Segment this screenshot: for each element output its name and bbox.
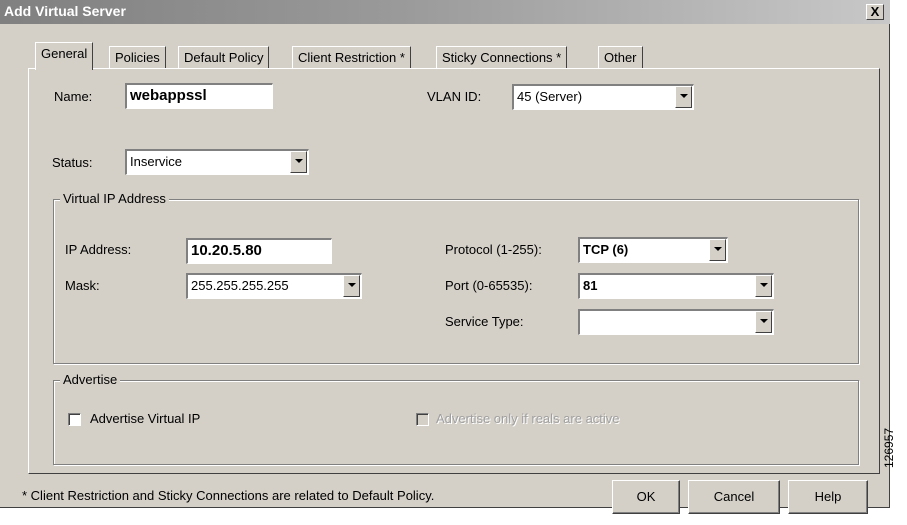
- name-input[interactable]: webappssl: [125, 83, 273, 109]
- advertise-virtual-ip-label[interactable]: Advertise Virtual IP: [90, 411, 200, 426]
- service-type-value: [578, 309, 774, 335]
- chevron-down-icon: [760, 283, 768, 287]
- vlan-id-value: 45 (Server): [512, 84, 694, 110]
- virtual-ip-group-title: Virtual IP Address: [60, 191, 169, 206]
- close-button[interactable]: X: [866, 4, 884, 20]
- chevron-down-icon: [680, 94, 688, 98]
- mask-value: 255.255.255.255: [186, 273, 362, 299]
- help-button[interactable]: Help: [788, 480, 868, 514]
- advertise-virtual-ip-checkbox[interactable]: [68, 413, 81, 426]
- vlan-id-label: VLAN ID:: [427, 89, 482, 104]
- service-type-select[interactable]: [578, 309, 774, 335]
- service-type-dropdown-button[interactable]: [755, 311, 772, 333]
- advertise-group: Advertise Advertise Virtual IP Advertise…: [53, 372, 859, 465]
- protocol-select[interactable]: TCP (6): [578, 237, 728, 263]
- cancel-button[interactable]: Cancel: [688, 480, 780, 514]
- tab-general[interactable]: General: [35, 42, 94, 70]
- ok-button[interactable]: OK: [612, 480, 680, 514]
- protocol-label: Protocol (1-255):: [445, 242, 542, 257]
- status-dropdown-button[interactable]: [290, 151, 307, 173]
- advertise-group-title: Advertise: [60, 372, 121, 387]
- close-icon: X: [870, 4, 880, 19]
- tab-policies[interactable]: Policies: [109, 46, 166, 70]
- general-tab-panel: Name: webappssl VLAN ID: 45 (Server) Sta…: [28, 68, 880, 474]
- mask-label: Mask:: [65, 278, 100, 293]
- tab-client-restriction[interactable]: Client Restriction *: [292, 46, 411, 70]
- vlan-dropdown-button[interactable]: [675, 86, 692, 108]
- port-dropdown-button[interactable]: [755, 275, 772, 297]
- name-label: Name:: [54, 89, 93, 104]
- mask-dropdown-button[interactable]: [343, 275, 360, 297]
- dialog-title: Add Virtual Server: [4, 3, 126, 19]
- port-label: Port (0-65535):: [445, 278, 533, 293]
- virtual-ip-address-group: Virtual IP Address IP Address: 10.20.5.8…: [53, 191, 859, 364]
- footer-note: * Client Restriction and Sticky Connecti…: [22, 488, 435, 503]
- mask-select[interactable]: 255.255.255.255: [186, 273, 362, 299]
- status-select[interactable]: Inservice: [125, 149, 309, 175]
- chevron-down-icon: [760, 319, 768, 323]
- vlan-id-select[interactable]: 45 (Server): [512, 84, 694, 110]
- chevron-down-icon: [714, 247, 722, 251]
- status-value: Inservice: [125, 149, 309, 175]
- chevron-down-icon: [295, 159, 303, 163]
- ip-address-label: IP Address:: [65, 242, 132, 257]
- title-bar[interactable]: Add Virtual Server X: [0, 0, 890, 24]
- service-type-label: Service Type:: [445, 314, 524, 329]
- tab-other[interactable]: Other: [598, 46, 643, 70]
- status-label: Status:: [52, 155, 93, 170]
- port-select[interactable]: 81: [578, 273, 774, 299]
- advertise-only-active-checkbox[interactable]: [416, 413, 429, 426]
- tab-sticky-connections[interactable]: Sticky Connections *: [436, 46, 568, 70]
- protocol-value: TCP (6): [578, 237, 728, 263]
- advertise-only-active-label: Advertise only if reals are active: [436, 411, 620, 426]
- chevron-down-icon: [348, 283, 356, 287]
- figure-code: 126957: [882, 427, 896, 468]
- tab-default-policy[interactable]: Default Policy: [178, 46, 270, 70]
- add-virtual-server-dialog: Add Virtual Server X General Policies De…: [0, 0, 890, 514]
- port-value: 81: [578, 273, 774, 299]
- protocol-dropdown-button[interactable]: [709, 239, 726, 261]
- ip-address-input[interactable]: 10.20.5.80: [186, 238, 332, 264]
